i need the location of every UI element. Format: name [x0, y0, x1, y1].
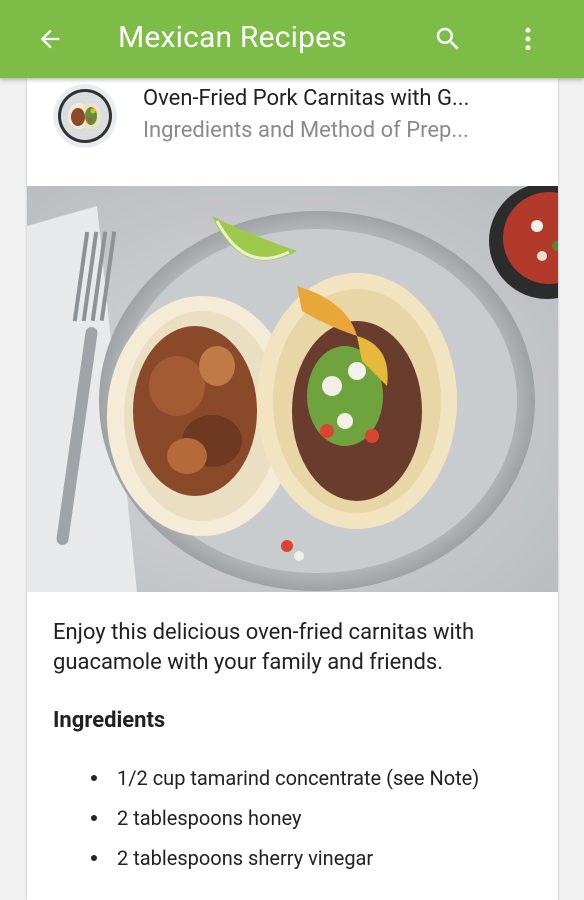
recipe-header[interactable]: Oven-Fried Pork Carnitas with G... Ingre… [27, 78, 558, 186]
ingredients-heading: Ingredients [53, 708, 166, 733]
list-item: 1/2 cup tamarind concentrate (see Note) [91, 758, 533, 798]
arrow-back-icon [40, 29, 60, 49]
app-title: Mexican Recipes [118, 20, 347, 55]
list-item: 2 tablespoons sherry vinegar [91, 838, 533, 878]
recipe-subtitle: Ingredients and Method of Prep... [143, 118, 469, 143]
ingredients-list: 1/2 cup tamarind concentrate (see Note) … [53, 758, 533, 878]
more-vert-icon [525, 27, 531, 51]
search-icon [436, 27, 459, 50]
recipe-body: Enjoy this delicious oven-fried carnitas… [53, 618, 533, 878]
recipe-intro: Enjoy this delicious oven-fried carnitas… [53, 620, 475, 675]
recipe-photo [27, 186, 558, 592]
recipe-thumbnail [53, 84, 117, 148]
app-bar: Mexican Recipes [0, 0, 584, 78]
recipe-card: Oven-Fried Pork Carnitas with G... Ingre… [27, 78, 558, 900]
recipe-title: Oven-Fried Pork Carnitas with G... [143, 86, 470, 111]
search-button[interactable] [426, 17, 470, 61]
more-options-button[interactable] [506, 17, 550, 61]
list-item: 2 tablespoons honey [91, 798, 533, 838]
back-button[interactable] [28, 17, 72, 61]
